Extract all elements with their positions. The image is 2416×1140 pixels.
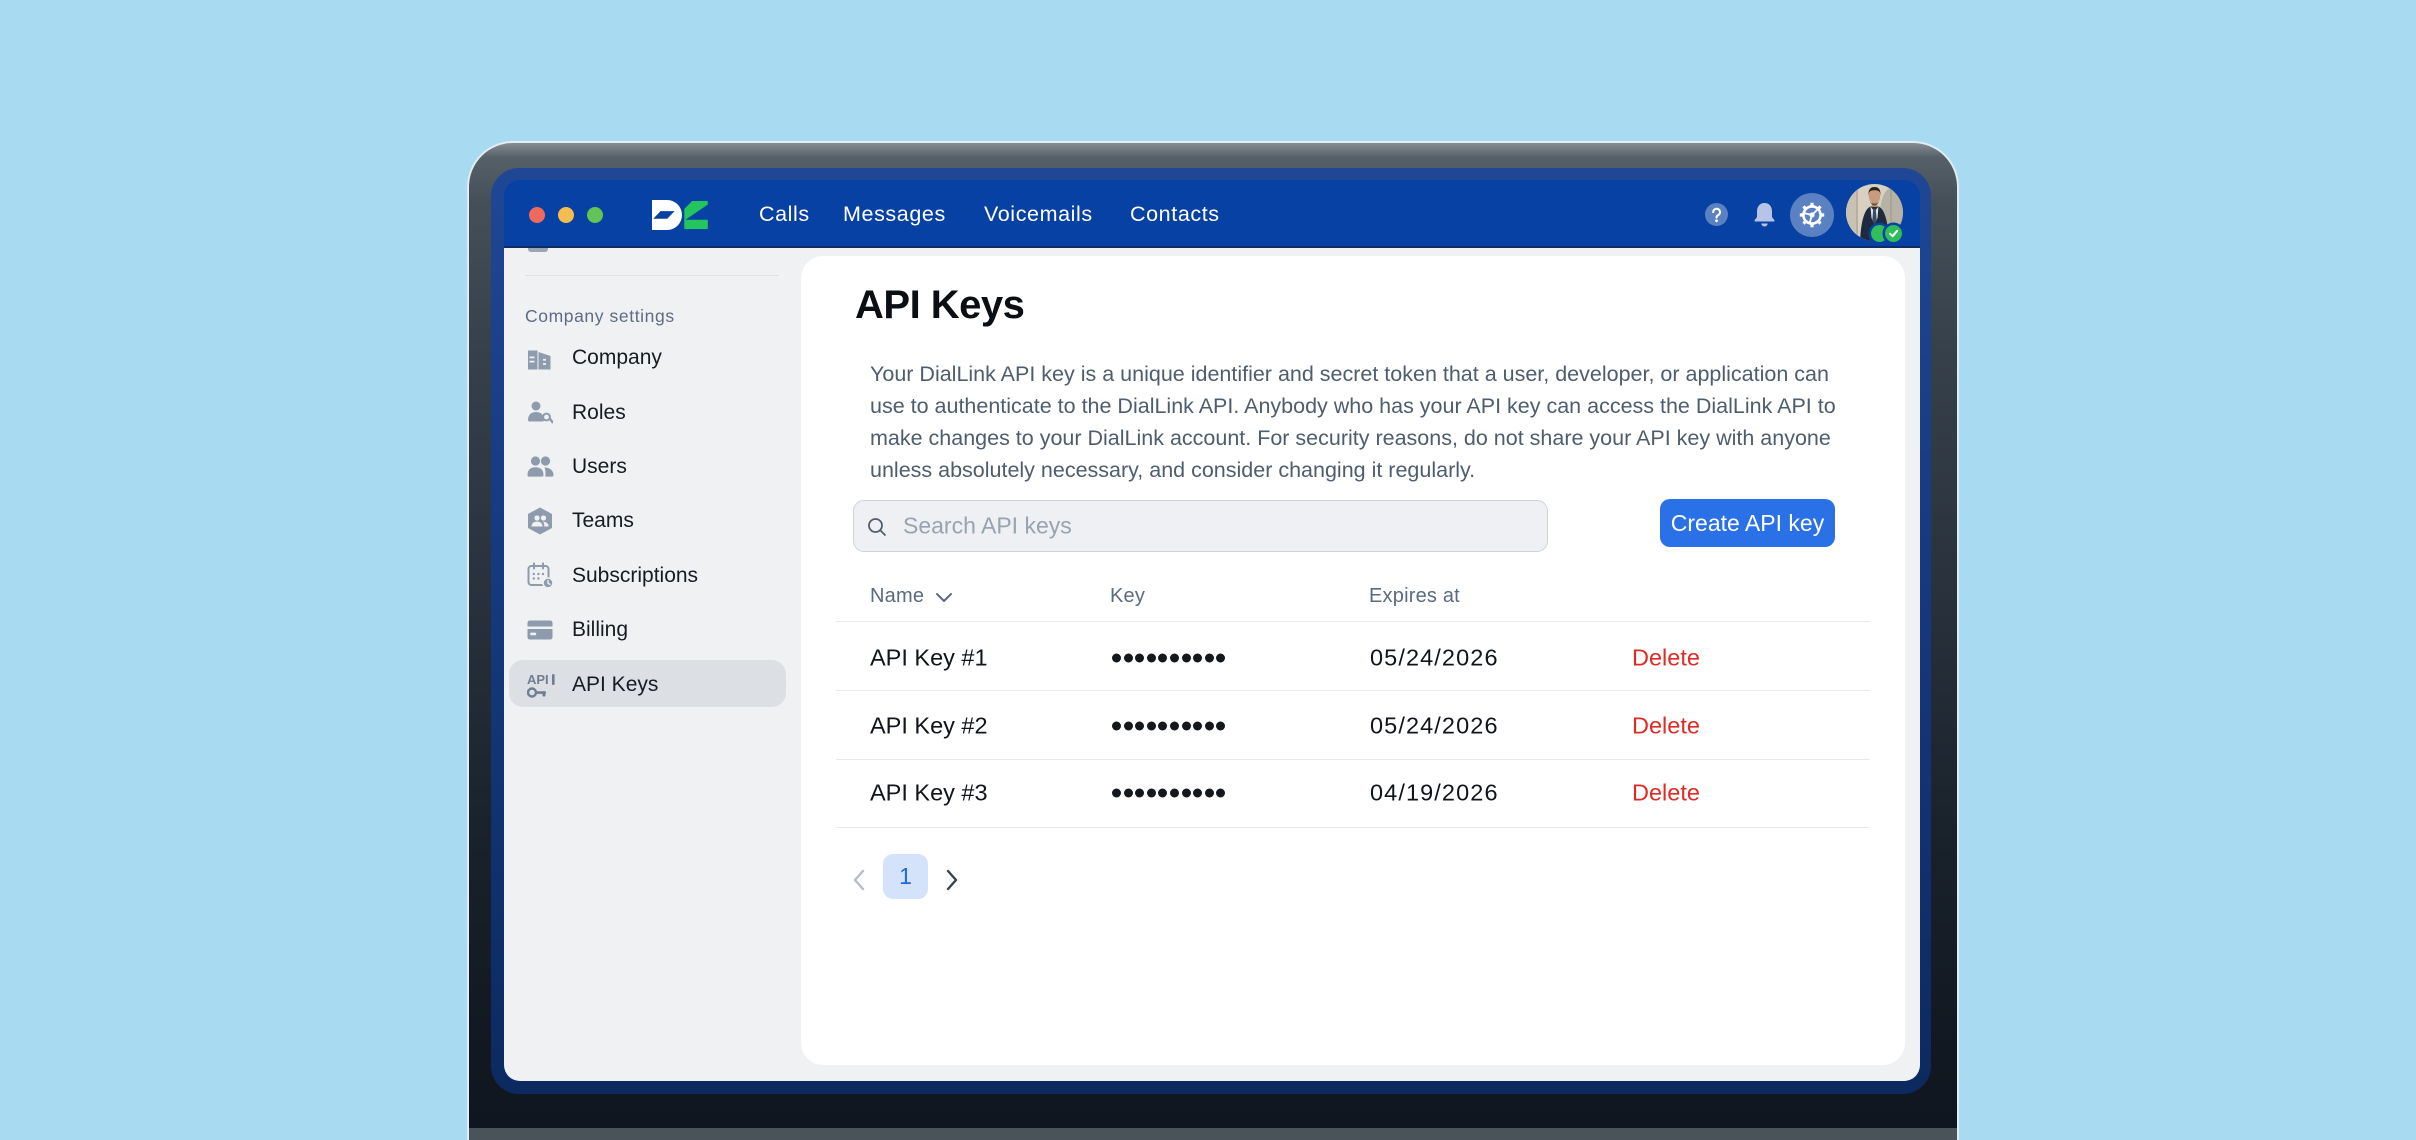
svg-text:API: API: [527, 672, 549, 687]
